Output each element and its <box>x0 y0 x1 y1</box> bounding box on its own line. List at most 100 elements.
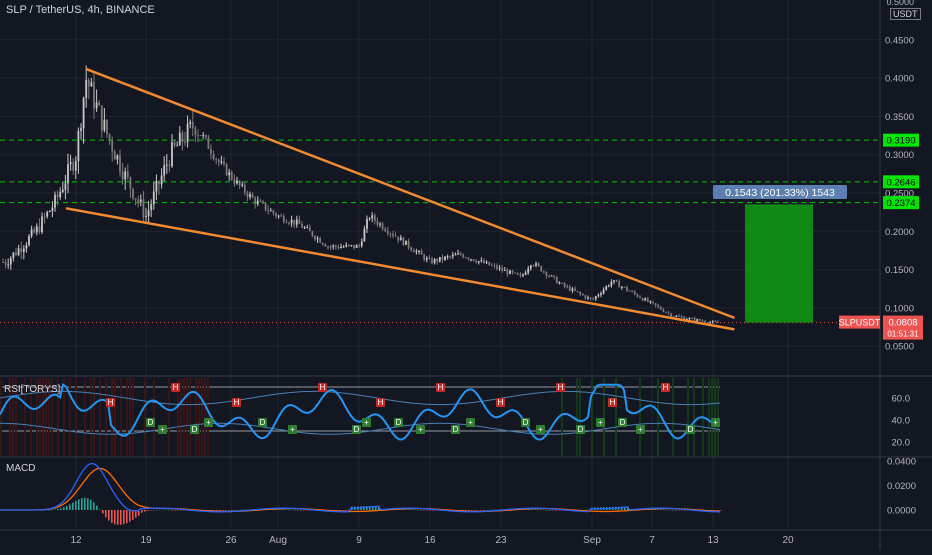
candle-body <box>347 244 350 246</box>
rsi-marker: + <box>468 418 473 427</box>
macd-tick-label: 0.0400 <box>887 457 916 468</box>
macd-histogram-bar <box>225 510 227 511</box>
candle-body <box>605 286 608 290</box>
macd-histogram-bar <box>231 510 233 511</box>
candle-body <box>636 294 639 297</box>
candle-body <box>441 256 444 260</box>
candle-body <box>100 105 103 131</box>
rsi-tick-label: 40.0 <box>892 416 911 427</box>
candle-body <box>158 181 160 185</box>
chart-canvas[interactable]: 0.1543 (201.33%) 1543 RSI[TORYS] H D + H D + H D… <box>0 0 932 550</box>
macd-histogram-bar <box>132 510 134 520</box>
candle-body <box>311 231 314 237</box>
rsi-shade <box>657 378 659 456</box>
candle-body <box>550 275 553 277</box>
rsi-shade <box>615 378 617 456</box>
candle-body <box>548 275 550 277</box>
candle-body <box>337 246 340 249</box>
candle-body <box>652 301 654 304</box>
rsi-shade <box>207 378 209 456</box>
candle-body <box>295 219 298 225</box>
macd-histogram-bar <box>159 509 161 511</box>
time-tick-label: 13 <box>707 535 719 546</box>
candle-body <box>77 131 80 162</box>
macd-histogram-bar <box>54 509 56 510</box>
candle-body <box>334 245 337 247</box>
rsi-shade <box>195 378 197 456</box>
candle-body <box>566 286 569 288</box>
candle-body <box>631 291 634 293</box>
macd-histogram-bar <box>126 510 128 524</box>
candle-body <box>688 318 691 320</box>
macd-histogram-bar <box>279 509 281 510</box>
candle-body <box>178 132 181 146</box>
candle-body <box>659 306 662 310</box>
candle-body <box>436 259 439 262</box>
candle-body <box>420 250 423 255</box>
rsi-shade <box>576 378 578 456</box>
candle-body <box>649 301 652 303</box>
macd-histogram-bar <box>129 510 131 522</box>
candle-body <box>451 254 454 257</box>
candle-body <box>493 265 496 267</box>
rsi-marker: H <box>610 398 616 407</box>
rsi-shade <box>111 378 113 456</box>
candle-body <box>329 246 332 248</box>
macd-histogram-bar <box>216 510 218 511</box>
chart-title: SLP / TetherUS, 4h, BINANCE <box>6 4 155 16</box>
price-tick-label: 0.1500 <box>885 265 914 276</box>
candle-body <box>490 265 493 267</box>
macd-histogram-bar <box>60 508 62 510</box>
macd-histogram-bar <box>426 510 428 511</box>
candle-body <box>412 250 415 253</box>
time-tick-label: 12 <box>70 535 82 546</box>
candle-body <box>410 247 413 251</box>
macd-histogram-bar <box>483 510 485 511</box>
candle-body <box>319 238 322 243</box>
time-tick-label: 16 <box>424 535 436 546</box>
candle-body <box>56 194 59 198</box>
candle-body <box>85 79 88 99</box>
price-tick-label: 0.4000 <box>885 74 914 85</box>
macd-histogram-bar <box>486 509 488 511</box>
candle-body <box>233 179 236 184</box>
candle-body <box>485 261 488 264</box>
macd-histogram-bar <box>141 510 143 513</box>
candle-body <box>597 294 600 297</box>
rsi-marker: + <box>598 418 603 427</box>
candle-body <box>168 164 171 167</box>
candle-body <box>594 296 597 300</box>
candle-body <box>163 165 166 176</box>
macd-histogram-bar <box>72 502 74 510</box>
macd-histogram-bar <box>480 510 482 511</box>
macd-histogram-bar <box>657 509 659 510</box>
macd-histogram-bar <box>51 509 53 511</box>
macd-histogram-bar <box>477 510 479 511</box>
rsi-shade <box>84 378 86 456</box>
rsi-shade <box>639 378 641 456</box>
price-tick-label: 0.2000 <box>885 227 914 238</box>
candle-body <box>633 291 636 295</box>
candle-body <box>394 235 397 237</box>
candle-body <box>74 161 77 171</box>
candle-body <box>126 171 129 178</box>
macd-histogram-bar <box>414 509 416 511</box>
candle-body <box>620 286 623 288</box>
candle-body <box>38 226 41 233</box>
candle-body <box>704 321 706 323</box>
rsi-shade <box>579 378 581 456</box>
macd-histogram-bar <box>105 510 107 518</box>
macd-histogram-bar <box>663 509 665 511</box>
macd-histogram-bar <box>99 509 101 511</box>
rsi-marker: D <box>260 418 266 427</box>
rsi-shade <box>99 378 101 456</box>
chart[interactable]: 0.1543 (201.33%) 1543 RSI[TORYS] H D + H D + H D… <box>0 0 932 550</box>
rsi-marker: H <box>498 398 504 407</box>
candle-body <box>480 260 483 262</box>
candle-body <box>139 199 142 203</box>
price-tick-label: 0.1000 <box>885 303 914 314</box>
macd-histogram-bar <box>78 499 80 510</box>
candle-body <box>82 98 85 129</box>
macd-histogram-bar <box>150 510 152 511</box>
candle-body <box>457 253 459 255</box>
